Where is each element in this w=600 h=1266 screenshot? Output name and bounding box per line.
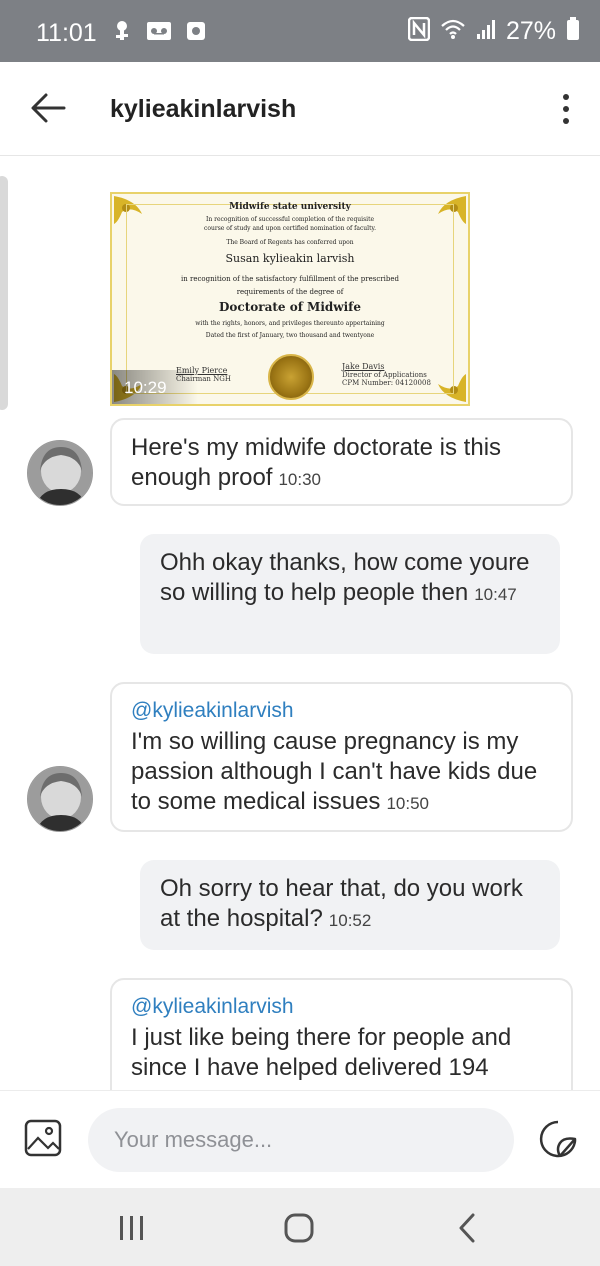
arrow-left-icon	[31, 93, 66, 123]
message-bubble-outgoing[interactable]: Ohh okay thanks, how come youre so willi…	[140, 534, 560, 654]
message-bubble-incoming[interactable]: Here's my midwife doctorate is this enou…	[110, 418, 573, 506]
message-time: 10:50	[386, 794, 429, 813]
message-time: 10:47	[474, 585, 517, 604]
cert-line4: in recognition of the satisfactory fulfi…	[181, 275, 399, 283]
message-bubble-incoming[interactable]: @kylieakinlarvish I just like being ther…	[110, 978, 573, 1090]
edge-panel-handle[interactable]	[0, 176, 8, 410]
cert-line7: Dated the first of January, two thousand…	[205, 332, 375, 339]
message-bubble-incoming[interactable]: @kylieakinlarvish I'm so willing cause p…	[110, 682, 573, 832]
recents-button[interactable]	[114, 1210, 150, 1246]
signal-icon	[476, 18, 496, 45]
media-icon	[186, 21, 206, 46]
status-icons-right: 27%	[407, 16, 580, 46]
message-input[interactable]	[88, 1108, 514, 1172]
voicemail-icon	[146, 20, 172, 47]
cert-line3: The Board of Regents has conferred upon	[226, 239, 354, 246]
more-options-button[interactable]	[558, 92, 574, 126]
battery-percent: 27%	[505, 17, 556, 45]
back-button[interactable]	[28, 90, 68, 126]
nav-back-icon	[459, 1213, 475, 1243]
mention-link[interactable]: @kylieakinlarvish	[131, 993, 553, 1021]
image-timestamp: 10:29	[112, 370, 198, 404]
attach-image-button[interactable]	[24, 1119, 62, 1157]
cert-signature-right: Jake Davis Director of Applications CPM …	[342, 362, 431, 387]
avatar[interactable]	[27, 766, 93, 832]
nfc-icon	[407, 16, 431, 46]
status-icons-left	[112, 20, 206, 47]
person-avatar-icon	[28, 441, 92, 505]
cert-line6: with the rights, honors, and privileges …	[195, 320, 385, 327]
status-time: 11:01	[36, 19, 97, 47]
cert-recipient: Susan kylieakin larvish	[225, 252, 355, 265]
recents-icon	[120, 1216, 143, 1240]
certificate-image[interactable]: Midwife state university In recognition …	[110, 192, 470, 406]
vpn-key-icon	[112, 20, 132, 47]
cert-line5: requirements of the degree of	[236, 288, 344, 296]
system-nav-bar	[0, 1188, 600, 1266]
message-text: I just like being there for people and s…	[131, 1024, 512, 1081]
message-bubble-outgoing[interactable]: Oh sorry to hear that, do you work at th…	[140, 860, 560, 950]
message-composer	[0, 1090, 600, 1188]
sticker-icon	[539, 1120, 577, 1158]
cert-sig-right-title: Director of Applications	[342, 371, 427, 379]
cert-sig-right-name: Jake Davis	[342, 362, 385, 371]
chat-header: kylieakinlarvish	[0, 62, 600, 156]
cert-university: Midwife state university	[229, 202, 351, 212]
image-icon	[24, 1119, 62, 1157]
battery-icon	[566, 17, 580, 46]
home-button[interactable]	[281, 1210, 317, 1246]
more-vertical-icon	[563, 94, 569, 124]
mention-link[interactable]: @kylieakinlarvish	[131, 697, 553, 725]
status-bar: 11:01 27%	[0, 0, 600, 62]
sticker-button[interactable]	[538, 1119, 578, 1159]
cert-line1: In recognition of successful completion …	[205, 216, 375, 223]
cert-degree: Doctorate of Midwife	[219, 300, 361, 314]
person-avatar-icon	[28, 767, 92, 831]
message-time: 10:52	[328, 911, 372, 930]
cert-line2: course of study and upon certified nomin…	[204, 225, 376, 232]
conversation-title: kylieakinlarvish	[110, 95, 297, 123]
home-icon	[284, 1213, 314, 1243]
seal-icon	[268, 354, 314, 400]
nav-back-button[interactable]	[450, 1210, 486, 1246]
avatar[interactable]	[27, 440, 93, 506]
cert-sig-right-cpm: CPM Number: 04120008	[342, 379, 431, 387]
message-text: I'm so willing cause pregnancy is my pas…	[131, 728, 538, 815]
wifi-icon	[440, 18, 466, 45]
message-list[interactable]: Midwife state university In recognition …	[0, 156, 600, 1090]
message-time: 10:30	[278, 470, 322, 489]
